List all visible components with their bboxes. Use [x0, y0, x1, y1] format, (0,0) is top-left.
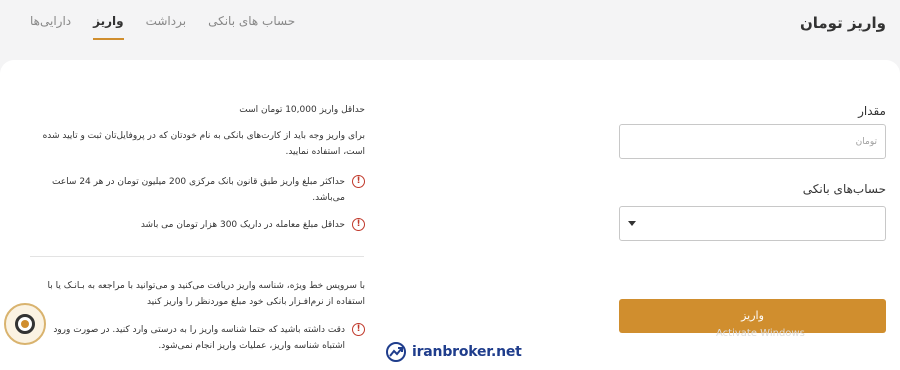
caret-down-icon — [628, 221, 636, 226]
max-deposit-warning-text: حداکثر مبلغ واریز طبق قانون بانک مرکزی 2… — [51, 177, 345, 203]
support-chat-icon — [15, 314, 35, 334]
brand-text: iranbroker.net — [412, 344, 522, 360]
tab-deposit[interactable]: واریز — [93, 14, 124, 40]
brand-watermark: iranbroker.net — [380, 334, 536, 370]
min-trade-warning: ! حداقل مبلغ معامله در داریک 300 هزار تو… — [35, 217, 365, 233]
activate-windows-watermark: Activate Windows — [716, 328, 805, 339]
min-deposit-note: حداقل واریز 10,000 تومان است — [239, 105, 365, 115]
card-ownership-note: برای واریز وجه باید از کارت‌های بانکی به… — [42, 131, 365, 157]
deposit-id-warning: ! دقت داشته باشید که حتما شناسه واریز را… — [35, 322, 365, 354]
tab-assets[interactable]: دارایی‌ها — [30, 14, 71, 40]
deposit-id-warning-text: دقت داشته باشید که حتما شناسه واریز را ب… — [53, 325, 345, 351]
exclamation-circle-icon: ! — [352, 175, 365, 188]
amount-label: مقدار — [858, 104, 886, 118]
divider — [30, 256, 364, 257]
max-deposit-warning: ! حداکثر مبلغ واریز طبق قانون بانک مرکزی… — [35, 174, 365, 206]
page-title: واریز تومان — [799, 14, 886, 32]
nav-tabs: دارایی‌ها واریز برداشت حساب های بانکی — [30, 14, 295, 40]
exclamation-circle-icon: ! — [352, 218, 365, 231]
header: واریز تومان دارایی‌ها واریز برداشت حساب … — [0, 0, 900, 60]
support-chat-button[interactable] — [4, 303, 46, 345]
trend-line-logo-icon — [386, 342, 406, 362]
tab-withdraw[interactable]: برداشت — [146, 14, 186, 40]
special-line-service-note: با سرویس خط ویژه، شناسه واریز دریافت می‌… — [47, 281, 365, 307]
amount-input[interactable] — [619, 124, 886, 159]
exclamation-circle-icon: ! — [352, 323, 365, 336]
min-trade-warning-text: حداقل مبلغ معامله در داریک 300 هزار توما… — [140, 220, 345, 230]
bank-account-label: حساب‌های بانکی — [802, 182, 886, 196]
bank-account-select[interactable] — [619, 206, 886, 241]
support-chat-dot — [21, 320, 29, 328]
tab-bank-accounts[interactable]: حساب های بانکی — [208, 14, 295, 40]
